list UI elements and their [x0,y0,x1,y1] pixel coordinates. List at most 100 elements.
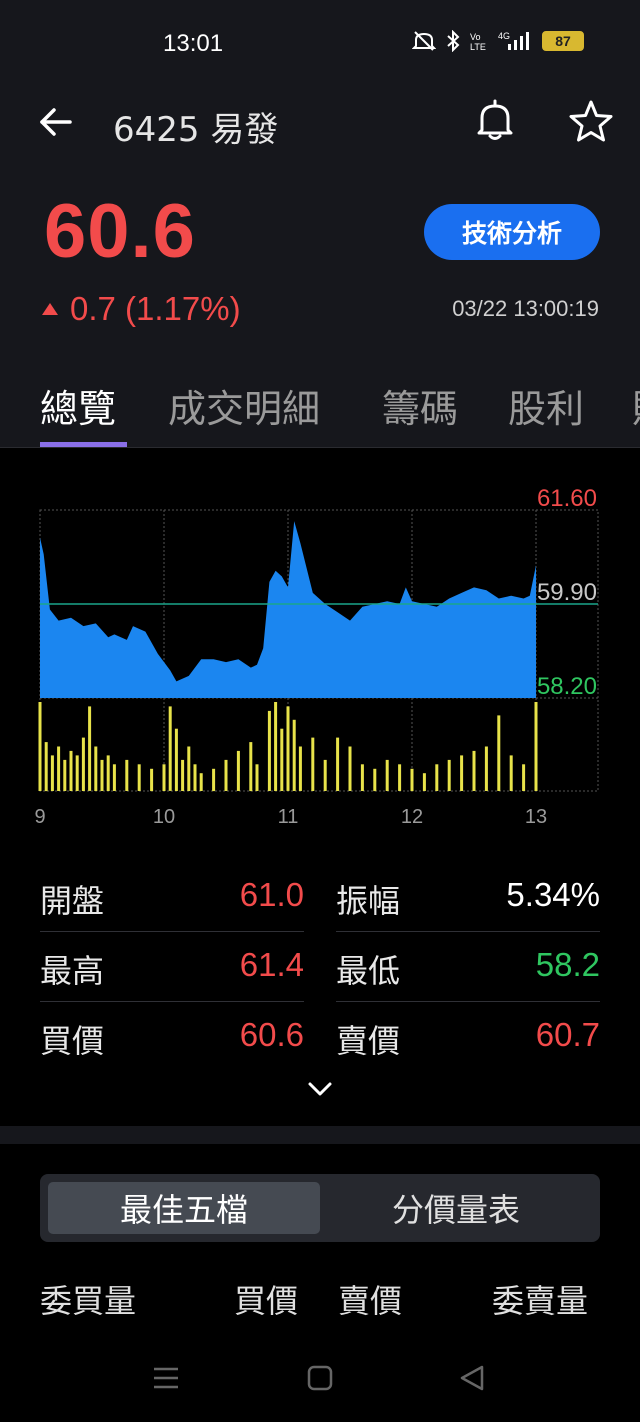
volume-bar [398,764,402,791]
header: 6425 易發 [0,84,640,166]
volume-bar [323,759,327,791]
intraday-chart[interactable]: 61.60 59.90 58.20 9 10 11 12 13 [0,448,640,838]
volume-bar [497,715,501,791]
volume-bar [100,759,104,791]
volume-bar [187,746,191,791]
volume-bar [385,759,389,791]
col-ask-price: 賣價 [338,1282,403,1320]
volume-bar [168,706,172,791]
volume-bar [255,764,259,791]
status-icons: Vo LTE 4G 87 [412,30,584,52]
tab-financials[interactable]: 財 [632,378,640,433]
volume-bar [422,773,426,791]
battery-icon: 87 [542,31,584,51]
segment-best-five[interactable]: 最佳五檔 [48,1182,320,1234]
col-bid-volume: 委買量 [40,1282,137,1320]
stat-amplitude: 振幅 5.34% [336,862,600,932]
volume-bar [292,719,296,791]
svg-text:LTE: LTE [470,42,486,52]
volume-bar [267,710,271,791]
stat-label: 振幅 [336,882,401,920]
volume-bar [224,759,228,791]
tab-chips[interactable]: 籌碼 [382,378,458,433]
price-change-value: 0.7 (1.17%) [70,290,241,327]
back-nav-icon[interactable] [458,1364,486,1392]
orderbook-header: 委買量 買價 賣價 委賣量 [0,1276,640,1326]
orderbook-segment-control: 最佳五檔 分價量表 [40,1174,600,1242]
stat-label: 買價 [40,1022,105,1060]
volume-bar [534,702,538,791]
x-tick-label: 13 [525,806,547,828]
stat-open: 開盤 61.0 [40,862,304,932]
intraday-chart-svg: 61.60 59.90 58.20 9 10 11 12 13 [34,485,599,828]
svg-text:Vo: Vo [470,32,481,42]
tab-bar: 總覽 成交明細 籌碼 股利 財 [0,356,640,448]
tab-dividend[interactable]: 股利 [508,378,584,433]
x-tick-label: 11 [278,806,299,828]
volume-bar [193,764,197,791]
volume-bar [199,773,203,791]
y-label-reference: 59.90 [537,579,597,606]
stock-title: 6425 易發 [113,110,279,150]
current-price: 60.6 [44,189,196,274]
tab-overview[interactable]: 總覽 [40,378,116,433]
volume-bar [298,746,302,791]
volume-bar [50,755,54,791]
status-time: 13:01 [163,30,224,57]
section-divider [0,1126,640,1144]
volume-bar [94,746,98,791]
bell-icon[interactable] [472,98,518,144]
bluetooth-icon [447,30,460,52]
volume-bar [162,764,166,791]
volume-bar [435,764,439,791]
tab-trade-details[interactable]: 成交明細 [168,378,320,433]
stat-label: 最低 [336,952,401,990]
stat-value: 61.0 [239,876,304,913]
technical-analysis-button[interactable]: 技術分析 [424,204,600,260]
y-label-high: 61.60 [537,485,597,512]
stat-value: 61.4 [239,946,304,983]
quote-panel: 60.6 0.7 (1.17%) 技術分析 03/22 13:00:19 [0,166,640,356]
back-arrow-icon[interactable] [36,102,76,142]
chevron-down-icon[interactable] [304,1074,336,1104]
stat-value: 60.6 [239,1016,304,1053]
stat-label: 最高 [40,952,105,990]
system-nav-bar [0,1340,640,1422]
volume-bar [484,746,488,791]
volume-bar [57,746,61,791]
volume-bar [286,706,290,791]
stat-ask: 賣價 60.7 [336,1002,600,1072]
volume-bar [181,759,185,791]
volume-bar [69,750,73,791]
volte-icon: Vo LTE [470,32,486,52]
volume-bar [509,755,513,791]
star-icon[interactable] [567,98,615,146]
x-tick-label: 12 [401,806,423,828]
menu-icon[interactable] [152,1364,180,1392]
stat-value: 5.34% [506,876,600,913]
signal-4g-icon: 4G [498,31,529,50]
stat-value: 58.2 [535,946,600,983]
col-ask-volume: 委賣量 [492,1282,589,1320]
price-change: 0.7 (1.17%) [42,290,241,328]
status-bar: 13:01 Vo LTE 4G 87 [0,0,640,84]
stat-value: 60.7 [535,1016,600,1053]
home-icon[interactable] [306,1364,334,1392]
x-tick-label: 10 [153,806,175,828]
x-tick-label: 9 [34,806,45,828]
stat-low: 最低 58.2 [336,932,600,1002]
volume-bar [522,764,526,791]
stat-bid: 買價 60.6 [40,1002,304,1072]
segment-price-volume[interactable]: 分價量表 [320,1182,592,1234]
volume-bar [348,746,352,791]
volume-bar [106,755,110,791]
volume-bar [447,759,451,791]
volume-bar [460,755,464,791]
volume-bar [212,768,216,792]
svg-text:4G: 4G [498,31,510,41]
volume-bar [280,728,284,791]
volume-bar [236,750,240,791]
volume-bar [137,764,141,791]
volume-bar [174,728,178,791]
volume-bar [274,702,278,791]
